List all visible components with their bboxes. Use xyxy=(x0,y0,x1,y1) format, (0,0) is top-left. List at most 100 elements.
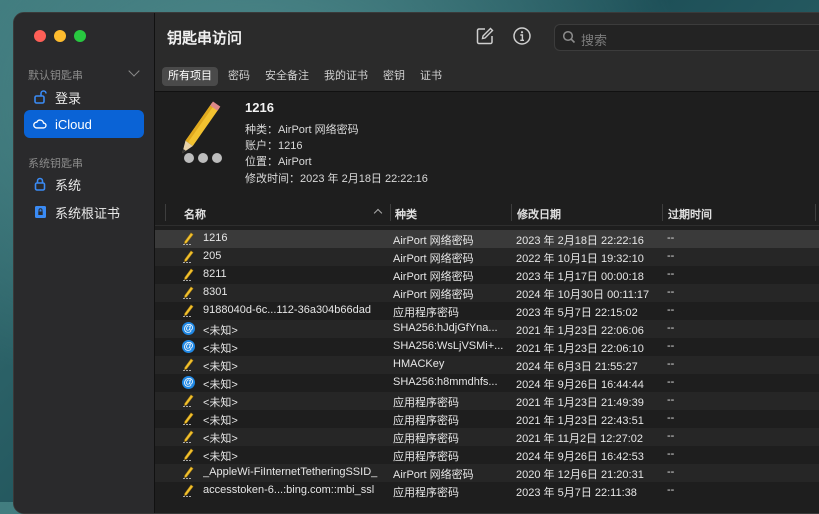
row-expires: -- xyxy=(667,412,675,424)
password-pencil-icon xyxy=(182,268,195,281)
lock-icon xyxy=(33,177,47,191)
table-row[interactable]: 8301 AirPort 网络密码 2024 年 10月30日 00:11:17 -- xyxy=(155,284,819,302)
table-row[interactable]: 8211 AirPort 网络密码 2023 年 1月17日 00:00:18 -- xyxy=(155,266,819,284)
row-name: <未知> xyxy=(203,325,238,337)
new-item-icon[interactable] xyxy=(475,26,495,46)
detail-kind: 种类：AirPort 网络密码 xyxy=(245,124,359,136)
table-row[interactable]: 1216 AirPort 网络密码 2023 年 2月18日 22:22:16 -- xyxy=(155,230,819,248)
internet-account-icon: @ xyxy=(182,376,195,389)
row-kind: AirPort 网络密码 xyxy=(393,253,474,265)
row-expires: -- xyxy=(667,448,675,460)
table-row[interactable]: 9188040d-6c...112-36a304b66dad 应用程序密码 2023… xyxy=(155,302,819,320)
row-expires: -- xyxy=(667,232,675,244)
tab-passwords[interactable]: 密码 xyxy=(222,67,256,86)
sidebar-item-system[interactable]: 系统 xyxy=(24,170,144,198)
column-divider[interactable] xyxy=(662,204,663,221)
tab-certificates[interactable]: 证书 xyxy=(414,67,448,86)
column-header-expires[interactable]: 过期时间 xyxy=(668,206,712,222)
row-kind: AirPort 网络密码 xyxy=(393,469,474,481)
table-row[interactable]: accesstoken-6...:bing.com::mbi_ssl 应用程序密码… xyxy=(155,482,819,500)
row-kind: AirPort 网络密码 xyxy=(393,289,474,301)
zoom-button[interactable] xyxy=(74,30,86,42)
row-kind: 应用程序密码 xyxy=(393,433,459,445)
password-pencil-icon xyxy=(182,232,195,245)
tab-all-items[interactable]: 所有项目 xyxy=(162,67,218,86)
detail-modified: 修改时间：2023 年 2月18日 22:22:16 xyxy=(245,173,428,185)
sidebar-item-label: 登录 xyxy=(55,90,82,106)
column-divider[interactable] xyxy=(815,204,816,221)
detail-item-name: 1216 xyxy=(245,100,274,115)
row-kind: SHA256:hJdjGfYna... xyxy=(393,322,498,334)
sort-ascending-icon[interactable] xyxy=(373,208,383,218)
locked-cabinet-icon xyxy=(33,205,47,219)
password-pencil-icon xyxy=(182,250,195,263)
unlocked-lock-icon xyxy=(33,90,47,104)
row-name: <未知> xyxy=(203,343,238,355)
column-header-kind[interactable]: 种类 xyxy=(395,206,417,222)
table-row[interactable]: <未知> 应用程序密码 2024 年 9月26日 16:42:53 -- xyxy=(155,446,819,464)
row-kind: AirPort 网络密码 xyxy=(393,271,474,283)
table-row[interactable]: <未知> 应用程序密码 2021 年 1月23日 21:49:39 -- xyxy=(155,392,819,410)
row-kind: 应用程序密码 xyxy=(393,307,459,319)
sidebar-section-system: 系统钥匙串 xyxy=(28,158,83,170)
password-pencil-icon xyxy=(182,484,195,497)
tab-secure-notes[interactable]: 安全备注 xyxy=(259,67,315,86)
chevron-down-icon[interactable] xyxy=(128,65,140,77)
row-name: 8211 xyxy=(203,268,227,280)
close-button[interactable] xyxy=(34,30,46,42)
row-date: 2023 年 1月17日 00:00:18 xyxy=(516,271,644,283)
sidebar-item-icloud[interactable]: iCloud xyxy=(24,110,144,138)
row-expires: -- xyxy=(667,394,675,406)
item-detail-panel: 1216 种类：AirPort 网络密码 账户：1216 位置：AirPort … xyxy=(155,92,819,200)
row-expires: -- xyxy=(667,304,675,316)
sidebar-item-login[interactable]: 登录 xyxy=(24,83,144,111)
tab-my-certificates[interactable]: 我的证书 xyxy=(318,67,374,86)
row-kind: 应用程序密码 xyxy=(393,415,459,427)
table-row[interactable]: @ <未知> SHA256:h8mmdhfs... 2024 年 9月26日 16:4… xyxy=(155,374,819,392)
row-name: <未知> xyxy=(203,379,238,391)
password-pencil-icon xyxy=(182,430,195,443)
password-pencil-icon xyxy=(182,304,195,317)
row-kind: SHA256:h8mmdhfs... xyxy=(393,376,498,388)
internet-account-icon: @ xyxy=(182,322,195,335)
row-date: 2021 年 1月23日 21:49:39 xyxy=(516,397,644,409)
table-row[interactable]: @ <未知> SHA256:WsLjVSMi+... 2021 年 1月23日 22:… xyxy=(155,338,819,356)
row-expires: -- xyxy=(667,286,675,298)
table-row[interactable]: _AppleWi-FiInternetTetheringSSID_ AirPort… xyxy=(155,464,819,482)
row-expires: -- xyxy=(667,250,675,262)
row-date: 2023 年 5月7日 22:11:38 xyxy=(516,487,637,499)
sidebar: 默认钥匙串 登录 iCloud 系统钥匙串 系统 系统根证书 xyxy=(14,13,155,513)
main-pane: 钥匙串访问 搜索 所有项目 密码 安全备注 我的证书 密钥 证书 1216 种类… xyxy=(155,13,819,513)
table-row[interactable]: <未知> 应用程序密码 2021 年 1月23日 22:43:51 -- xyxy=(155,410,819,428)
table-row[interactable]: @ <未知> SHA256:hJdjGfYna... 2021 年 1月23日 22:… xyxy=(155,320,819,338)
column-divider[interactable] xyxy=(511,204,512,221)
column-divider[interactable] xyxy=(390,204,391,221)
toolbar: 钥匙串访问 搜索 xyxy=(155,13,819,63)
column-header-date[interactable]: 修改日期 xyxy=(517,206,561,222)
row-date: 2024 年 9月26日 16:42:53 xyxy=(516,451,644,463)
row-name: <未知> xyxy=(203,451,238,463)
row-date: 2021 年 1月23日 22:06:06 xyxy=(516,325,644,337)
tab-keys[interactable]: 密钥 xyxy=(377,67,411,86)
detail-account: 账户：1216 xyxy=(245,140,303,152)
sidebar-item-system-roots[interactable]: 系统根证书 xyxy=(24,198,144,226)
table-row[interactable]: <未知> HMACKey 2024 年 6月3日 21:55:27 -- xyxy=(155,356,819,374)
table-row[interactable]: 205 AirPort 网络密码 2022 年 10月1日 19:32:10 -- xyxy=(155,248,819,266)
row-name: <未知> xyxy=(203,397,238,409)
password-pencil-icon xyxy=(167,98,227,168)
table-row[interactable]: <未知> 应用程序密码 2021 年 11月2日 12:27:02 -- xyxy=(155,428,819,446)
info-icon[interactable] xyxy=(512,26,532,46)
search-input[interactable]: 搜索 xyxy=(554,24,819,51)
row-expires: -- xyxy=(667,358,675,370)
row-kind: SHA256:WsLjVSMi+... xyxy=(393,340,504,352)
row-kind: 应用程序密码 xyxy=(393,397,459,409)
password-pencil-icon xyxy=(182,394,195,407)
column-header-name[interactable]: 名称 xyxy=(184,206,206,222)
row-date: 2022 年 10月1日 19:32:10 xyxy=(516,253,644,265)
search-icon xyxy=(562,30,576,49)
table-header: 名称 种类 修改日期 过期时间 xyxy=(155,201,819,226)
row-name: 8301 xyxy=(203,286,228,298)
row-date: 2023 年 2月18日 22:22:16 xyxy=(516,235,644,247)
row-name: _AppleWi-FiInternetTetheringSSID_ xyxy=(203,466,378,478)
minimize-button[interactable] xyxy=(54,30,66,42)
